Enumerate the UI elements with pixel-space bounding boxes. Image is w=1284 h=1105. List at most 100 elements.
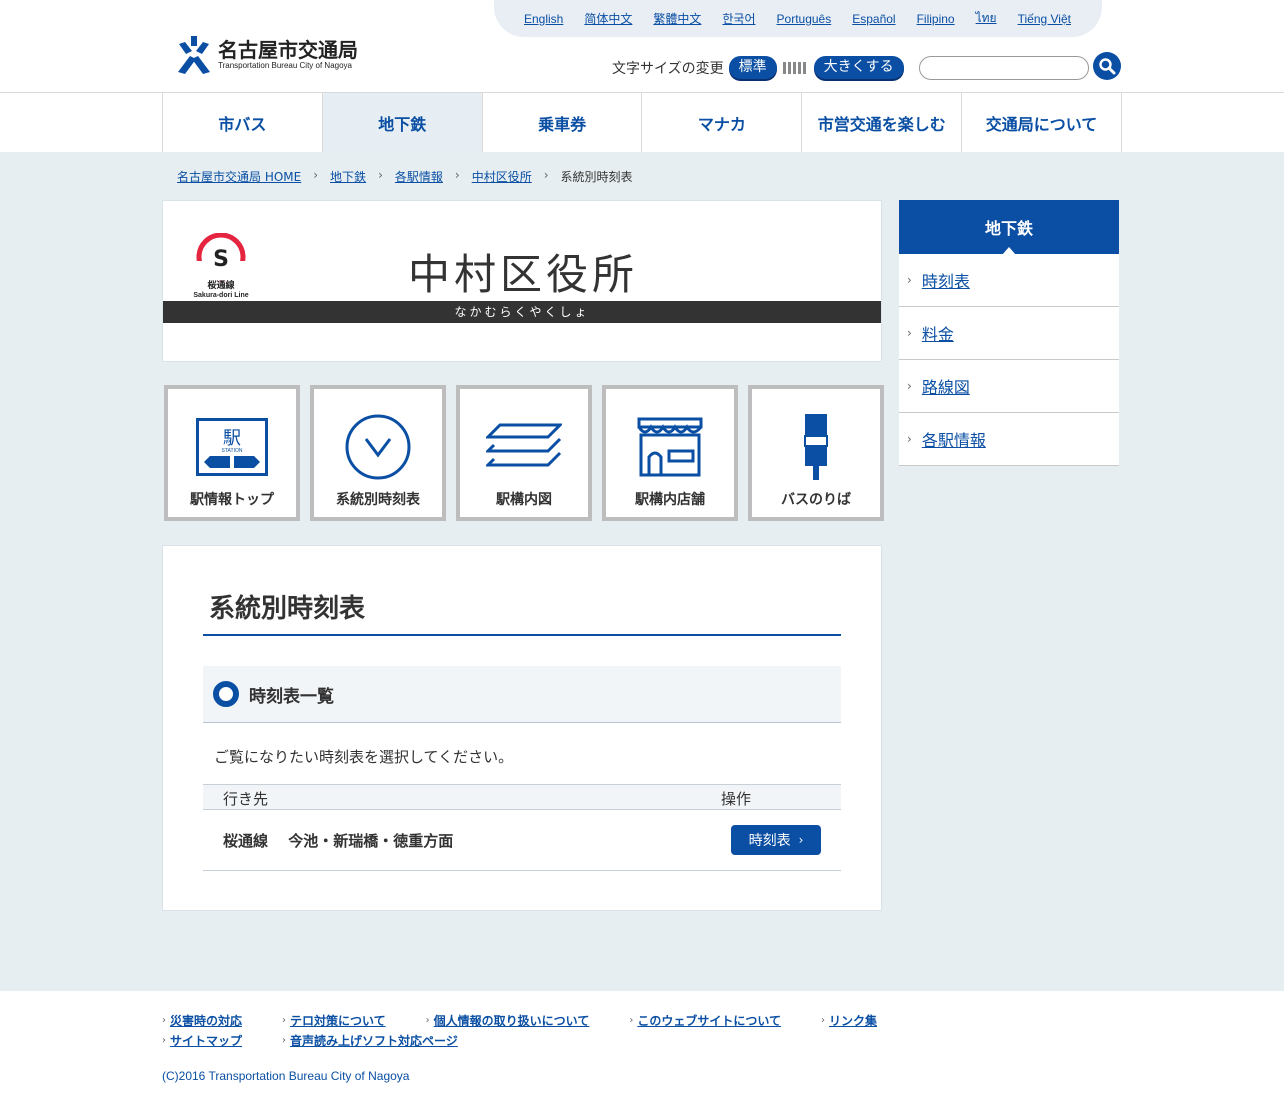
chevron-right-icon: › — [425, 1015, 430, 1026]
font-size-indicator — [782, 61, 808, 74]
page-title: 系統別時刻表 — [209, 594, 366, 624]
lang-link-portuguese[interactable]: Português — [777, 12, 832, 26]
footer-link-terrorism: › テロ対策について — [282, 1012, 386, 1029]
breadcrumb-station[interactable]: 中村区役所 — [472, 168, 532, 185]
bus-stop-icon — [804, 414, 828, 480]
nav-city-bus[interactable]: 市バス — [163, 93, 323, 152]
sidebar-item-station-info[interactable]: › 各駅情報 — [899, 413, 1119, 466]
chevron-right-icon: › — [907, 273, 912, 287]
lang-link-spanish[interactable]: Español — [852, 12, 895, 26]
station-name: 中村区役所 — [407, 250, 638, 299]
table-row: 桜通線 今池・新瑞橋・徳重方面 時刻表 › — [203, 810, 841, 871]
footer-link-label[interactable]: 災害時の対応 — [170, 1012, 242, 1029]
lang-link-thai[interactable]: ไทย — [976, 9, 997, 28]
search-input[interactable] — [919, 56, 1089, 80]
copyright: (C)2016 Transportation Bureau City of Na… — [162, 1069, 410, 1083]
sidebar-item-fares[interactable]: › 料金 — [899, 307, 1119, 360]
timetable-button[interactable]: 時刻表 › — [731, 825, 821, 855]
column-destination: 行き先 — [223, 790, 269, 808]
sidebar-item-timetable[interactable]: › 時刻表 — [899, 254, 1119, 307]
sidebar-item-label[interactable]: 各駅情報 — [922, 427, 986, 451]
lang-link-korean[interactable]: 한국어 — [722, 10, 755, 27]
nav-tickets[interactable]: 乗車券 — [482, 93, 643, 152]
station-info-top-label: 駅情報トップ — [190, 492, 274, 508]
footer-link-about-site: › このウェブサイトについて — [629, 1012, 781, 1029]
station-glyph: 駅 — [223, 428, 241, 449]
footer-link-label[interactable]: リンク集 — [829, 1012, 877, 1029]
destination-cell: 桜通線 今池・新瑞橋・徳重方面 — [223, 832, 454, 850]
lang-link-simplified-chinese[interactable]: 简体中文 — [584, 10, 632, 27]
timetable-by-route-label: 系統別時刻表 — [336, 492, 420, 508]
station-icon: 駅 STATION — [196, 418, 268, 476]
chevron-right-icon: › — [282, 1035, 287, 1046]
lang-link-filipino[interactable]: Filipino — [917, 12, 955, 26]
instruction-text: ご覧になりたい時刻表を選択してください。 — [214, 748, 514, 766]
chevron-right-icon: › — [907, 326, 912, 340]
sidebar-item-route-map[interactable]: › 路線図 — [899, 360, 1119, 413]
logo-subtitle: Transportation Bureau City of Nagoya — [218, 61, 352, 70]
sidebar: 地下鉄 › 時刻表 › 料金 › 路線図 › 各駅情報 — [899, 200, 1119, 466]
station-header: S 桜通線 Sakura-dori Line 中村区役所 なかむらくやくしょ — [162, 200, 882, 362]
breadcrumb-current: 系統別時刻表 — [560, 170, 633, 184]
station-sub-label: STATION — [222, 448, 243, 454]
font-standard-button[interactable]: 標準 — [728, 56, 777, 79]
station-shops-card[interactable]: 駅構内店舗 — [602, 385, 738, 521]
chevron-right-icon: › — [282, 1015, 287, 1026]
bus-stop-label: バスのりば — [781, 492, 851, 508]
site-footer: › 災害時の対応 › テロ対策について › 個人情報の取り扱いについて › このウェブサ… — [0, 991, 1284, 1105]
font-larger-button[interactable]: 大きくする — [813, 56, 904, 79]
chevron-right-icon: › — [907, 379, 912, 393]
search-button[interactable] — [1093, 52, 1121, 80]
breadcrumb-home[interactable]: 名古屋市交通局 HOME — [177, 168, 301, 185]
breadcrumb-separator: › — [313, 168, 319, 182]
footer-link-label[interactable]: テロ対策について — [290, 1012, 386, 1029]
bus-stop-card[interactable]: バスのりば — [748, 385, 884, 521]
site-logo[interactable]: 名古屋市交通局 Transportation Bureau City of Na… — [176, 36, 358, 74]
station-shops-label: 駅構内店舗 — [635, 492, 705, 508]
title-divider — [203, 634, 841, 636]
footer-link-label[interactable]: 音声読み上げソフト対応ページ — [290, 1032, 458, 1049]
station-menu: 駅 STATION 駅情報トップ 系統別時刻表 駅構内図 駅構内店舗 バスのりば — [164, 385, 894, 521]
breadcrumb-stations[interactable]: 各駅情報 — [395, 168, 443, 185]
footer-link-label[interactable]: このウェブサイトについて — [637, 1012, 781, 1029]
lang-link-vietnamese[interactable]: Tiếng Việt — [1018, 12, 1071, 26]
chevron-right-icon: › — [820, 1015, 825, 1026]
footer-link-privacy: › 個人情報の取り扱いについて — [426, 1012, 590, 1029]
nav-subway[interactable]: 地下鉄 — [322, 93, 483, 152]
timetable-content: 系統別時刻表 時刻表一覧 ご覧になりたい時刻表を選択してください。 行き先 操作… — [162, 545, 882, 911]
lang-link-traditional-chinese[interactable]: 繁體中文 — [653, 10, 701, 27]
main-area: 名古屋市交通局 HOME › 地下鉄 › 各駅情報 › 中村区役所 › 系統別時… — [0, 152, 1284, 991]
layers-icon — [486, 423, 562, 467]
search-icon — [1099, 58, 1116, 75]
nav-about-bureau[interactable]: 交通局について — [962, 93, 1122, 152]
footer-links: › 災害時の対応 › テロ対策について › 個人情報の取り扱いについて › このウェブサ… — [162, 1012, 982, 1052]
column-action: 操作 — [721, 790, 752, 808]
station-map-card[interactable]: 駅構内図 — [456, 385, 592, 521]
sidebar-item-label[interactable]: 路線図 — [922, 374, 970, 398]
clock-icon — [345, 414, 411, 480]
sidebar-item-label[interactable]: 時刻表 — [922, 268, 970, 292]
footer-link-label[interactable]: 個人情報の取り扱いについて — [434, 1012, 590, 1029]
sidebar-item-label[interactable]: 料金 — [922, 321, 954, 345]
timetable-by-route-card[interactable]: 系統別時刻表 — [310, 385, 446, 521]
station-kana: なかむらくやくしょ — [163, 301, 881, 323]
lang-link-english[interactable]: English — [524, 12, 563, 26]
station-map-label: 駅構内図 — [496, 492, 552, 508]
sidebar-heading: 地下鉄 — [899, 200, 1119, 255]
table-header: 行き先 操作 — [203, 784, 841, 810]
nav-enjoy-transit[interactable]: 市営交通を楽しむ — [802, 93, 963, 152]
footer-link-label[interactable]: サイトマップ — [170, 1032, 242, 1049]
font-size-label: 文字サイズの変更 — [612, 60, 724, 77]
breadcrumb-separator: › — [543, 168, 549, 182]
footer-link-sitemap: › サイトマップ — [162, 1032, 242, 1049]
breadcrumb-separator: › — [378, 168, 383, 182]
bureau-emblem-icon — [178, 36, 210, 74]
station-info-top-card[interactable]: 駅 STATION 駅情報トップ — [164, 385, 300, 521]
timetable-button-label: 時刻表 — [748, 833, 791, 849]
nav-manaca[interactable]: マナカ — [642, 93, 803, 152]
footer-link-disaster: › 災害時の対応 — [162, 1012, 242, 1029]
breadcrumb-subway[interactable]: 地下鉄 — [330, 168, 366, 185]
chevron-right-icon: › — [907, 432, 912, 446]
footer-link-screen-reader: › 音声読み上げソフト対応ページ — [282, 1032, 458, 1049]
chevron-right-icon: › — [798, 833, 804, 847]
